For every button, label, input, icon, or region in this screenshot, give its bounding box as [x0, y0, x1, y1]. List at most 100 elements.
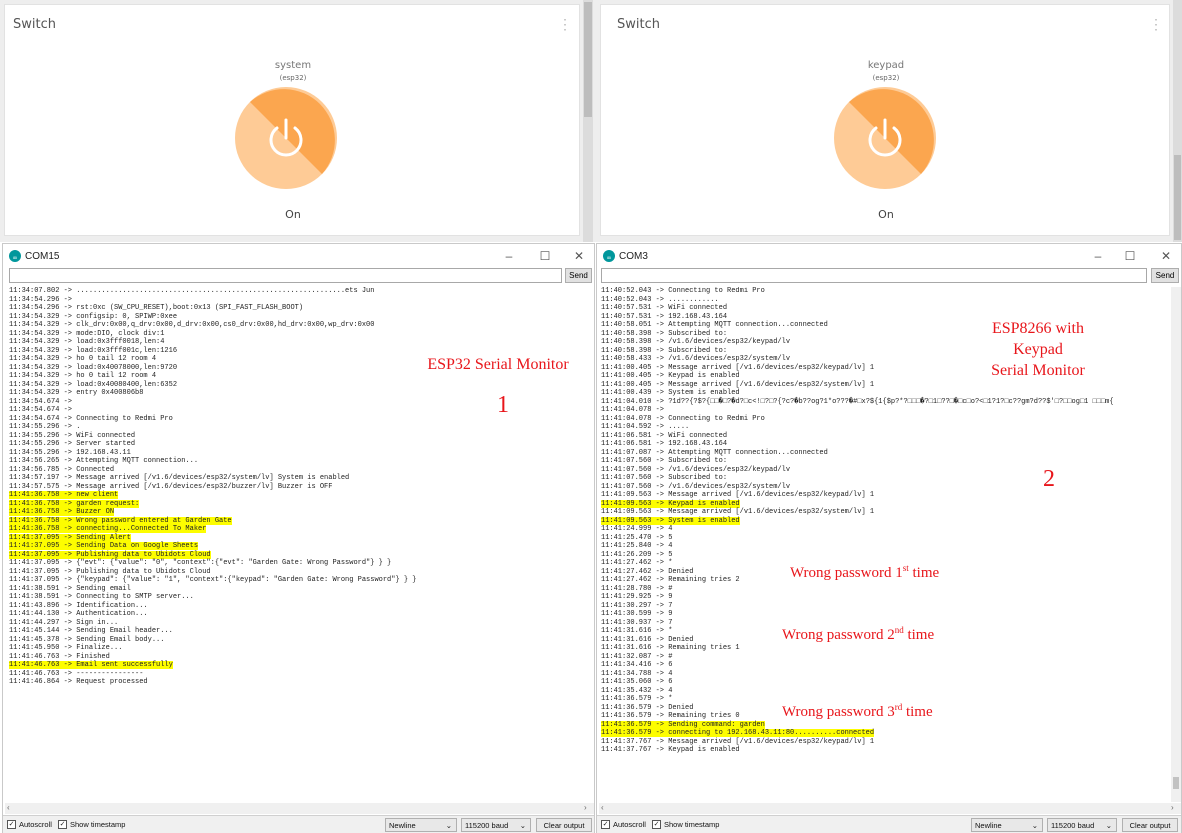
clear-output-button[interactable]: Clear output	[1122, 818, 1178, 832]
log-line: 11:41:45.950 -> Finalize...	[9, 644, 586, 653]
horizontal-scrollbar[interactable]: ‹ ›	[599, 803, 1181, 814]
show-timestamp-checkbox[interactable]: ✓	[652, 820, 661, 829]
more-options-icon[interactable]: ⋮	[1149, 17, 1163, 31]
log-line-text: 11:41:43.896 -> Identification...	[9, 601, 148, 610]
vertical-scrollbar[interactable]	[1171, 287, 1181, 802]
annotation-line: Keypad	[1013, 341, 1063, 358]
log-line-text: 11:41:07.560 -> Subscribed to:	[601, 474, 728, 482]
log-line: 11:41:04.078 ->	[601, 406, 1171, 415]
log-line-text: 11:41:37.767 -> Message arrived [/v1.6/d…	[601, 737, 875, 746]
baud-select[interactable]: 115200 baud ⌄	[1047, 818, 1117, 832]
more-options-icon[interactable]: ⋮	[558, 17, 572, 31]
log-line-text: 11:41:37.095 -> {"evt": {"value": "0", "…	[9, 559, 392, 567]
chevron-down-icon: ⌄	[519, 821, 526, 830]
log-line-text: 11:41:00.405 -> Message arrived [/v1.6/d…	[601, 380, 875, 389]
widget-title: Switch	[617, 17, 660, 32]
autoscroll-checkbox[interactable]: ✓	[7, 820, 16, 829]
line-ending-select[interactable]: Newline ⌄	[385, 818, 457, 832]
log-line: 11:41:37.095 -> Publishing data to Ubido…	[9, 568, 586, 577]
log-line-text: 11:41:37.095 -> Publishing data to Ubido…	[9, 550, 211, 559]
send-button[interactable]: Send	[1151, 268, 1179, 283]
log-line-text: 11:41:26.209 -> 5	[601, 550, 673, 559]
baud-value: 115200 baud	[465, 821, 509, 830]
log-line-text: 11:41:09.563 -> System is enabled	[601, 516, 740, 525]
log-line: 11:34:54.329 -> configsip: 0, SPIWP:0xee	[9, 313, 586, 322]
log-line-text: 11:41:00.405 -> Message arrived [/v1.6/d…	[601, 363, 875, 372]
scrollbar-thumb[interactable]	[1173, 777, 1179, 789]
log-line-text: 11:40:52.043 -> ............	[601, 295, 719, 304]
log-line-text: 11:34:56.785 -> Connected	[9, 465, 115, 474]
minimize-button[interactable]: –	[1089, 248, 1107, 264]
log-line: 11:41:07.087 -> Attempting MQTT connecti…	[601, 449, 1171, 458]
log-line: 11:41:37.095 -> Sending Data on Google S…	[9, 542, 586, 551]
log-line-text: 11:41:07.087 -> Attempting MQTT connecti…	[601, 448, 828, 457]
annotation-wrong-password-3: Wrong password 3rd time	[782, 702, 992, 721]
log-line: 11:41:46.763 -> Email sent successfully	[9, 661, 586, 670]
log-line-text: 11:41:34.788 -> 4	[601, 669, 673, 678]
log-line-text: 11:40:58.398 -> Subscribed to:	[601, 346, 728, 355]
annotation-text: Wrong password 3	[782, 704, 895, 720]
log-line-text: 11:41:46.763 -> Email sent successfully	[9, 661, 173, 669]
horizontal-scrollbar[interactable]: ‹ ›	[5, 803, 594, 814]
log-line: 11:34:55.296 -> Server started	[9, 440, 586, 449]
log-line-text: 11:41:31.616 -> *	[601, 627, 673, 635]
log-line-text: 11:41:07.560 -> Subscribed to:	[601, 457, 728, 465]
log-line-text: 11:41:30.297 -> 7	[601, 601, 673, 610]
minimize-button[interactable]: –	[500, 248, 518, 264]
log-line-text: 11:34:54.329 -> load:0x3fff0018,len:4	[9, 338, 165, 346]
annotation-text: Wrong password 2	[782, 627, 895, 643]
device-label: (esp32)	[872, 74, 900, 82]
log-line-text: 11:41:36.758 -> garden request:	[9, 499, 140, 508]
show-timestamp-checkbox[interactable]: ✓	[58, 820, 67, 829]
log-line-text: 11:41:04.592 -> .....	[601, 423, 690, 431]
log-line: 11:34:54.329 -> load:0x3fff0018,len:4	[9, 338, 586, 347]
log-line-text: 11:41:00.405 -> Keypad is enabled	[601, 372, 740, 380]
device-name: keypad	[867, 60, 905, 71]
log-line-text: 11:41:24.999 -> 4	[601, 525, 673, 533]
line-ending-select[interactable]: Newline ⌄	[971, 818, 1043, 832]
log-line-text: 11:34:57.575 -> Message arrived [/v1.6/d…	[9, 482, 333, 491]
log-line-text: 11:41:06.581 -> WiFi connected	[601, 431, 728, 440]
log-line: 11:41:45.144 -> Sending Email header...	[9, 627, 586, 636]
serial-input[interactable]	[601, 268, 1147, 283]
autoscroll-checkbox[interactable]: ✓	[601, 820, 610, 829]
power-toggle[interactable]	[234, 86, 338, 190]
autoscroll-label: Autoscroll	[613, 820, 646, 829]
scrollbar-thumb[interactable]	[1174, 155, 1181, 240]
close-button[interactable]: ✕	[1157, 248, 1175, 264]
baud-select[interactable]: 115200 baud ⌄	[461, 818, 531, 832]
log-line: 11:41:04.592 -> .....	[601, 423, 1171, 432]
log-line: 11:41:37.095 -> Sending Alert	[9, 533, 586, 543]
dashboard-scrollbar-left[interactable]	[583, 0, 593, 242]
scrollbar-thumb[interactable]	[584, 2, 592, 117]
scroll-left-icon[interactable]: ‹	[7, 803, 10, 812]
log-line: 11:41:07.560 -> /v1.6/devices/esp32/keyp…	[601, 466, 1171, 475]
log-line-text: 11:34:54.329 -> ho 0 tail 12 room 4	[9, 372, 157, 380]
maximize-button[interactable]: ☐	[536, 248, 554, 264]
log-line: 11:34:57.197 -> Message arrived [/v1.6/d…	[9, 474, 586, 483]
serial-input[interactable]	[9, 268, 562, 283]
log-line: 11:41:25.470 -> 5	[601, 534, 1171, 543]
log-line: 11:34:55.296 -> 192.168.43.11	[9, 449, 586, 458]
log-line-text: 11:41:37.095 -> {"keypad": {"value": "1"…	[9, 576, 417, 584]
power-toggle[interactable]	[833, 86, 937, 190]
scroll-left-icon[interactable]: ‹	[601, 803, 604, 812]
clear-output-button[interactable]: Clear output	[536, 818, 592, 832]
log-line-text: 11:41:37.767 -> Keypad is enabled	[601, 746, 740, 754]
log-line-text: 11:40:58.433 -> /v1.6/devices/esp32/syst…	[601, 355, 791, 363]
switch-widget-keypad: Switch ⋮ keypad (esp32) On	[600, 4, 1170, 236]
annotation-line: Serial Monitor	[991, 362, 1085, 379]
scroll-right-icon[interactable]: ›	[584, 803, 587, 812]
maximize-button[interactable]: ☐	[1121, 248, 1139, 264]
log-line: 11:41:46.763 -> ----------------	[9, 670, 586, 679]
close-button[interactable]: ✕	[570, 248, 588, 264]
scroll-right-icon[interactable]: ›	[1171, 803, 1174, 812]
log-line-text: 11:34:54.329 -> load:0x3fff001c,len:1216	[9, 346, 178, 355]
dashboard-scrollbar-right[interactable]	[1173, 0, 1182, 242]
log-line: 11:34:54.296 -> rst:0xc (SW_CPU_RESET),b…	[9, 304, 586, 313]
send-button[interactable]: Send	[565, 268, 592, 283]
log-line: 11:41:09.563 -> Message arrived [/v1.6/d…	[601, 508, 1171, 517]
log-line-text: 11:41:46.763 -> ----------------	[9, 669, 144, 678]
status-bar: ✓ Autoscroll ✓ Show timestamp Newline ⌄ …	[597, 815, 1181, 833]
log-line: 11:34:54.329 -> mode:DIO, clock div:1	[9, 330, 586, 339]
